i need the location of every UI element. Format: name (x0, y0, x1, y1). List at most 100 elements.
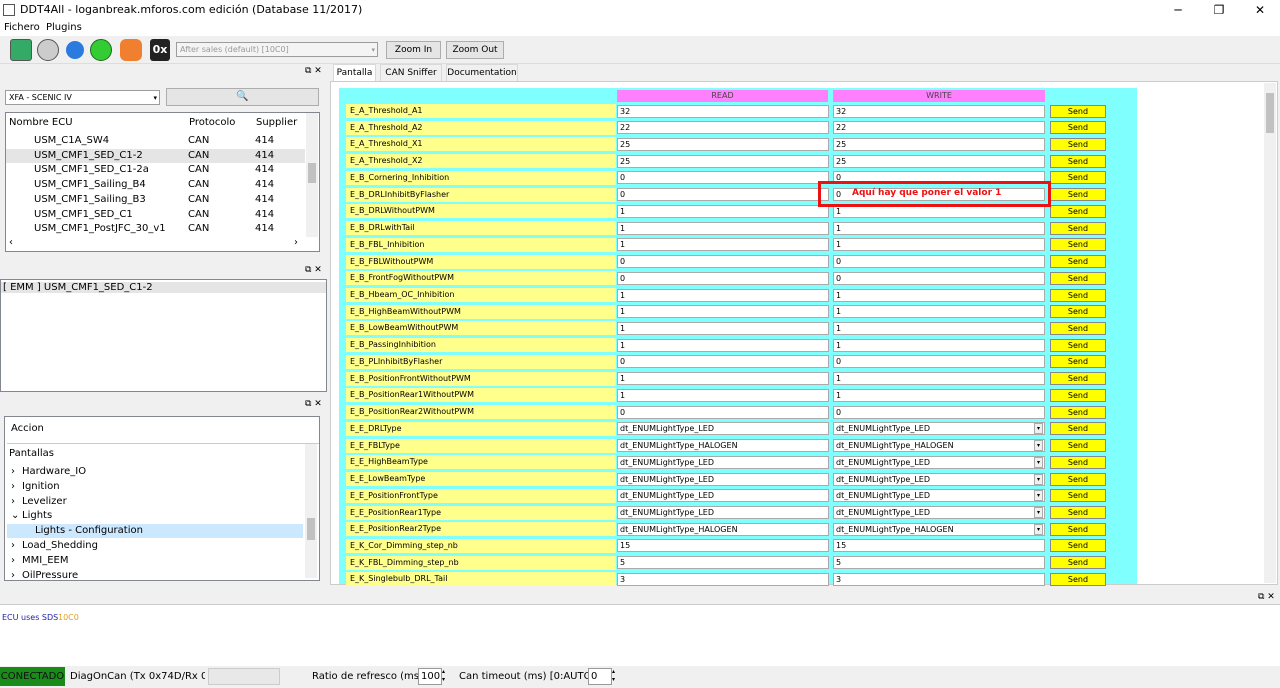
refresh-input[interactable]: 100 (418, 668, 442, 685)
write-input[interactable]: 0 (833, 255, 1045, 269)
write-input[interactable]: 1 (833, 305, 1045, 319)
float-icon[interactable]: ⧉ ✕ (305, 265, 322, 275)
send-button[interactable]: Send (1050, 137, 1106, 151)
send-button[interactable]: Send (1050, 104, 1106, 118)
write-input[interactable]: 3 (833, 572, 1045, 586)
send-button[interactable]: Send (1050, 338, 1106, 352)
tree-item[interactable]: › Hardware_IO (7, 465, 303, 479)
send-button[interactable]: Send (1050, 506, 1106, 520)
ecu-row[interactable]: USM_C1A_SW4 CAN 414 (6, 134, 305, 148)
send-button[interactable]: Send (1050, 556, 1106, 570)
send-button[interactable]: Send (1050, 572, 1106, 586)
write-select[interactable]: dt_ENUMLightType_HALOGEN ▾ (833, 522, 1045, 536)
write-select[interactable]: dt_ENUMLightType_HALOGEN ▾ (833, 439, 1045, 453)
expand-right-icon[interactable]: › (11, 555, 15, 566)
main-scrollbar[interactable] (1264, 83, 1276, 583)
send-button[interactable]: Send (1050, 121, 1106, 135)
timeout-input[interactable]: 0 (588, 668, 612, 685)
write-input[interactable]: 0 (833, 405, 1045, 419)
selected-ecu-item[interactable]: [ EMM ] USM_CMF1_SED_C1-2 (1, 282, 326, 293)
minimize-button[interactable]: ─ (1158, 0, 1198, 20)
send-button[interactable]: Send (1050, 154, 1106, 168)
vehicle-combo[interactable]: XFA - SCENIC IV ▾ (5, 90, 160, 105)
tree-item[interactable]: › MMI_EEM (7, 554, 303, 568)
send-button[interactable]: Send (1050, 388, 1106, 402)
write-select[interactable]: dt_ENUMLightType_LED ▾ (833, 489, 1045, 503)
tab-can-sniffer[interactable]: CAN Sniffer (380, 64, 442, 81)
refresh-icon[interactable] (66, 41, 84, 59)
write-input[interactable]: 0 (833, 271, 1045, 285)
send-button[interactable]: Send (1050, 472, 1106, 486)
write-input[interactable]: 1 (833, 388, 1045, 402)
ecu-row[interactable]: USM_CMF1_PostJFC_30_v1 CAN 414 (6, 222, 305, 236)
send-button[interactable]: Send (1050, 221, 1106, 235)
float-icon[interactable]: ⧉ ✕ (305, 66, 322, 76)
send-button[interactable]: Send (1050, 321, 1106, 335)
expand-down-icon[interactable]: ⌄ (11, 510, 19, 521)
send-button[interactable]: Send (1050, 255, 1106, 269)
write-input[interactable]: 1 (833, 288, 1045, 302)
timeout-spinner[interactable]: ▴ ▾ (612, 668, 622, 685)
column-header-protocol[interactable]: Protocolo (189, 117, 235, 128)
send-button[interactable]: Send (1050, 355, 1106, 369)
expand-right-icon[interactable]: › (11, 496, 15, 507)
ecu-row[interactable]: USM_CMF1_Sailing_B4 CAN 414 (6, 178, 305, 192)
scroll-left-icon[interactable]: ‹ (9, 237, 13, 248)
write-input[interactable]: 1 (833, 221, 1045, 235)
mode-combo[interactable]: After sales (default) [10C0] ▾ (176, 42, 378, 57)
expand-right-icon[interactable]: › (11, 466, 15, 477)
menu-plugins[interactable]: Plugins (46, 22, 82, 33)
tree-item[interactable]: › OilPressure (7, 569, 303, 583)
send-button[interactable]: Send (1050, 305, 1106, 319)
send-button[interactable]: Send (1050, 422, 1106, 436)
expand-right-icon[interactable]: › (11, 540, 15, 551)
menu-fichero[interactable]: Fichero (4, 22, 40, 33)
send-button[interactable]: Send (1050, 489, 1106, 503)
tree-item[interactable]: › Ignition (7, 480, 303, 494)
write-select[interactable]: dt_ENUMLightType_LED ▾ (833, 506, 1045, 520)
write-select[interactable]: dt_ENUMLightType_LED ▾ (833, 422, 1045, 436)
send-button[interactable]: Send (1050, 238, 1106, 252)
float-icon[interactable]: ⧉ ✕ (305, 399, 322, 409)
tree-item-lights-configuration[interactable]: Lights - Configuration (7, 524, 303, 539)
close-button[interactable]: ✕ (1240, 0, 1280, 20)
send-button[interactable]: Send (1050, 439, 1106, 453)
connect-icon[interactable] (10, 39, 32, 61)
send-button[interactable]: Send (1050, 171, 1106, 185)
send-button[interactable]: Send (1050, 539, 1106, 553)
float-icon[interactable]: ⧉ ✕ (1258, 592, 1275, 602)
write-input[interactable]: 1 (833, 338, 1045, 352)
zoom-out-button[interactable]: Zoom Out (446, 41, 504, 59)
write-select[interactable]: dt_ENUMLightType_LED ▾ (833, 472, 1045, 486)
tab-documentation[interactable]: Documentation (446, 64, 518, 81)
send-button[interactable]: Send (1050, 372, 1106, 386)
send-button[interactable]: Send (1050, 188, 1106, 202)
column-header-supplier[interactable]: Supplier (256, 117, 297, 128)
heart-icon[interactable] (120, 39, 142, 61)
scroll-right-icon[interactable]: › (294, 237, 298, 248)
tree-item[interactable]: ⌄ Lights (7, 509, 303, 523)
expand-right-icon[interactable]: › (11, 570, 15, 581)
ecu-row[interactable]: USM_CMF1_Sailing_B3 CAN 414 (6, 193, 305, 207)
write-input[interactable]: 22 (833, 121, 1045, 135)
write-input[interactable]: 5 (833, 556, 1045, 570)
write-input[interactable]: 25 (833, 137, 1045, 151)
column-header-ecu[interactable]: Nombre ECU (9, 117, 73, 128)
write-input[interactable]: 32 (833, 104, 1045, 118)
tree-item[interactable]: › Levelizer (7, 495, 303, 509)
search-ecu-button[interactable]: 🔍 (166, 88, 319, 106)
write-input[interactable]: 1 (833, 238, 1045, 252)
write-select[interactable]: dt_ENUMLightType_LED ▾ (833, 455, 1045, 469)
scan-icon[interactable] (37, 39, 59, 61)
ecu-row[interactable]: USM_CMF1_SED_C1 CAN 414 (6, 208, 305, 222)
write-input[interactable]: 0 (833, 355, 1045, 369)
send-button[interactable]: Send (1050, 271, 1106, 285)
sync-icon[interactable] (90, 39, 112, 61)
ecu-list-scrollbar[interactable] (306, 113, 318, 237)
write-input[interactable]: 25 (833, 154, 1045, 168)
write-input[interactable]: 1 (833, 321, 1045, 335)
expand-right-icon[interactable]: › (11, 481, 15, 492)
send-button[interactable]: Send (1050, 204, 1106, 218)
zoom-in-button[interactable]: Zoom In (386, 41, 441, 59)
ecu-row[interactable]: USM_CMF1_SED_C1-2a CAN 414 (6, 163, 305, 177)
